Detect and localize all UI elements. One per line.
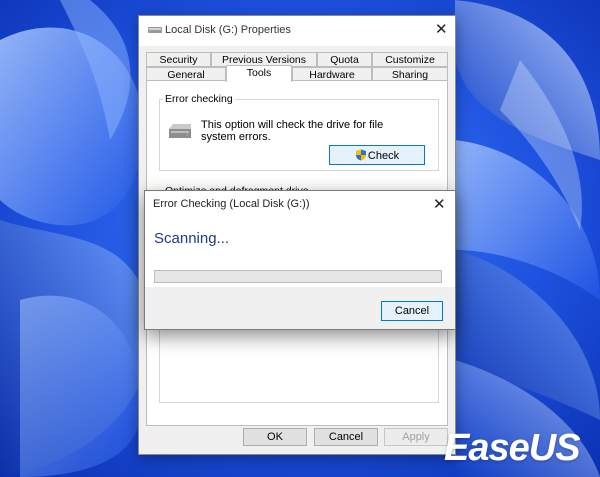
tab-security[interactable]: Security [146, 52, 211, 67]
error-checking-dialog: Error Checking (Local Disk (G:)) ✕ Scann… [144, 190, 456, 330]
check-button[interactable]: Check [329, 145, 425, 165]
scan-cancel-button[interactable]: Cancel [381, 301, 443, 321]
error-dialog-close-icon[interactable]: ✕ [433, 197, 446, 212]
error-checking-body: Scanning... [145, 217, 455, 287]
cancel-button[interactable]: Cancel [314, 428, 378, 446]
properties-close-icon[interactable]: ✕ [435, 22, 448, 37]
error-checking-description-line2: system errors. [201, 131, 271, 143]
uac-shield-icon [355, 149, 366, 160]
error-checking-description-line1: This option will check the drive for fil… [201, 119, 384, 131]
drive-icon [148, 27, 162, 33]
hard-drive-icon [169, 124, 191, 138]
easeus-watermark-logo: EaseUS [444, 427, 581, 469]
ok-button[interactable]: OK [243, 428, 307, 446]
error-checking-titlebar: Error Checking (Local Disk (G:)) ✕ [145, 191, 455, 217]
tab-customize[interactable]: Customize [372, 52, 448, 67]
tab-tools[interactable]: Tools [226, 65, 292, 82]
error-checking-group-title: Error checking [163, 93, 235, 105]
error-checking-dialog-title: Error Checking (Local Disk (G:)) [153, 198, 310, 210]
properties-titlebar: Local Disk (G:) Properties ✕ [139, 16, 455, 46]
scanning-status: Scanning... [154, 230, 230, 247]
apply-button[interactable]: Apply [384, 428, 448, 446]
scan-progress-bar [154, 270, 442, 283]
check-button-label: Check [367, 149, 400, 162]
properties-title: Local Disk (G:) Properties [165, 24, 291, 36]
tab-quota[interactable]: Quota [317, 52, 372, 67]
